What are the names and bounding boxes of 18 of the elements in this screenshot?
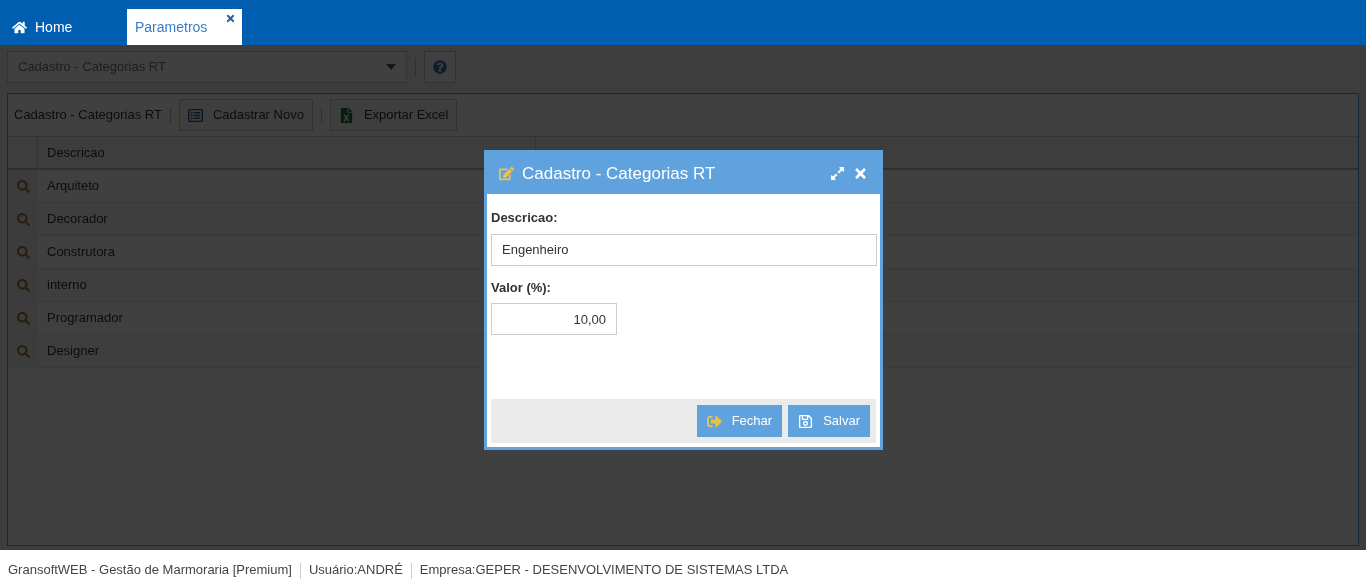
field-label: Descricao: xyxy=(491,209,559,227)
home-icon xyxy=(12,19,27,35)
edit-icon xyxy=(499,166,514,181)
expand-icon[interactable] xyxy=(830,166,845,181)
dialog-button[interactable]: Fechar xyxy=(696,405,783,437)
close-icon[interactable] xyxy=(853,166,868,181)
status-text: GransoftWEB - Gestão de Marmoraria [Premium] xyxy=(8,560,292,579)
field-label: Valor (%): xyxy=(491,278,552,297)
tab[interactable]: Parametros xyxy=(127,9,242,45)
close-icon[interactable] xyxy=(225,13,236,24)
status-text: Empresa:GEPER - DESENVOLVIMENTO DE SISTEMAS LTDA xyxy=(419,560,789,579)
input-field[interactable]: Engenheiro xyxy=(491,233,877,266)
tab[interactable]: Home xyxy=(4,9,119,45)
save-icon xyxy=(798,413,814,429)
input-field[interactable]: 10,00 xyxy=(491,303,617,335)
dialog-button[interactable]: Salvar xyxy=(788,405,870,437)
status-text: Usuário:ANDRÉ xyxy=(308,560,403,579)
exit-icon xyxy=(706,413,722,429)
